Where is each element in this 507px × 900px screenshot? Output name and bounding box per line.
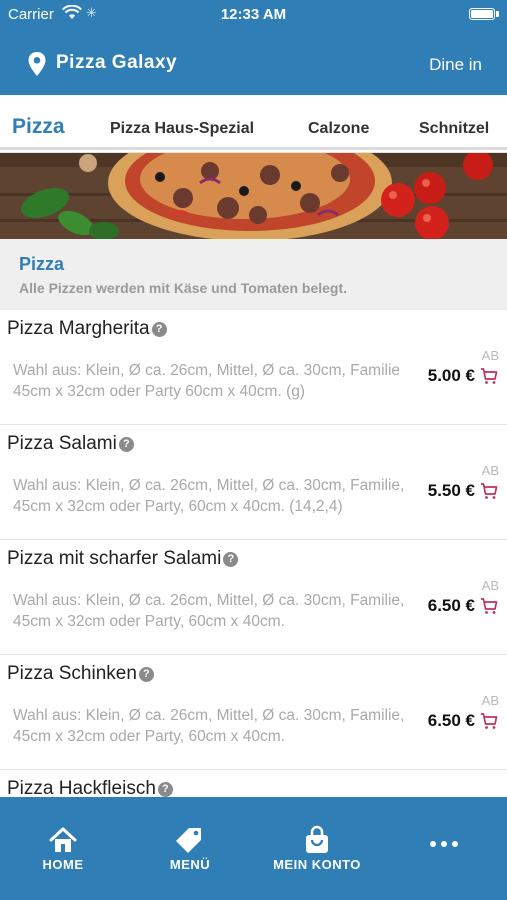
item-name[interactable]: Pizza Hackfleisch?	[7, 778, 173, 797]
clock: 12:33 AM	[220, 6, 287, 23]
item-price: 6.50 €	[427, 711, 475, 730]
more-dots-icon[interactable]	[430, 839, 460, 849]
nav-menu[interactable]: MENÜ	[135, 825, 245, 872]
scrolled-content-ghost	[10, 97, 14, 113]
list-item[interactable]: Pizza Hackfleisch?	[0, 770, 507, 797]
category-tabs: Pizza Pizza Haus-Spezial Calzone Schnitz…	[0, 95, 507, 153]
price-prefix: AB	[481, 693, 499, 708]
status-bar: Carrier ✳ 12:33 AM	[0, 0, 507, 30]
nav-home-label: HOME	[42, 857, 84, 872]
location-pin-icon[interactable]	[27, 51, 47, 77]
nav-account[interactable]: MEIN KONTO	[262, 825, 372, 872]
bottom-navigation: HOME MENÜ MEIN KONTO	[0, 797, 507, 900]
info-icon[interactable]: ?	[223, 552, 239, 567]
list-item[interactable]: Pizza mit scharfer Salami? Wahl aus: Kle…	[0, 540, 507, 655]
tag-icon	[176, 828, 201, 853]
home-icon	[49, 827, 77, 852]
top-bar: Carrier ✳ 12:33 AM Pizza Galaxy Dine in	[0, 0, 507, 95]
add-to-cart-icon[interactable]	[480, 367, 498, 385]
list-item[interactable]: Pizza Salami? Wahl aus: Klein, Ø ca. 26c…	[0, 425, 507, 540]
item-name[interactable]: Pizza Schinken?	[7, 663, 154, 685]
category-banner-image	[0, 153, 507, 239]
item-price: 5.00 €	[427, 366, 475, 385]
battery-nub	[496, 11, 499, 17]
add-to-cart-icon[interactable]	[480, 712, 498, 730]
list-item[interactable]: Pizza Margherita? Wahl aus: Klein, Ø ca.…	[0, 310, 507, 425]
order-mode-button[interactable]: Dine in	[429, 55, 482, 75]
app-screen: Carrier ✳ 12:33 AM Pizza Galaxy Dine in …	[0, 0, 507, 900]
tab-pizza[interactable]: Pizza	[12, 115, 65, 139]
category-description: Alle Pizzen werden mit Käse und Tomaten …	[19, 280, 348, 296]
tabs-divider	[0, 147, 507, 150]
price-prefix: AB	[481, 463, 499, 478]
item-description: Wahl aus: Klein, Ø ca. 26cm, Mittel, Ø c…	[13, 477, 405, 515]
list-item[interactable]: Pizza Schinken? Wahl aus: Klein, Ø ca. 2…	[0, 655, 507, 770]
add-to-cart-icon[interactable]	[480, 597, 498, 615]
restaurant-title[interactable]: Pizza Galaxy	[56, 52, 177, 74]
item-name[interactable]: Pizza Margherita?	[7, 318, 167, 340]
item-price: 6.50 €	[427, 596, 475, 615]
header: Pizza Galaxy Dine in	[0, 38, 507, 90]
shopping-bag-icon	[306, 825, 328, 853]
item-price: 5.50 €	[427, 481, 475, 500]
info-icon[interactable]: ?	[118, 437, 134, 452]
item-name[interactable]: Pizza mit scharfer Salami?	[7, 548, 239, 570]
info-icon[interactable]: ?	[151, 322, 167, 337]
battery-icon	[469, 8, 495, 20]
item-description: Wahl aus: Klein, Ø ca. 26cm, Mittel, Ø c…	[13, 362, 401, 400]
info-icon[interactable]: ?	[138, 667, 154, 682]
tab-schnitzel[interactable]: Schnitzel	[419, 120, 489, 138]
item-description: Wahl aus: Klein, Ø ca. 26cm, Mittel, Ø c…	[13, 592, 405, 630]
add-to-cart-icon[interactable]	[480, 482, 498, 500]
nav-menu-label: MENÜ	[169, 857, 211, 872]
category-title: Pizza	[19, 254, 65, 274]
menu-item-list[interactable]: Pizza Margherita? Wahl aus: Klein, Ø ca.…	[0, 310, 507, 797]
price-prefix: AB	[481, 348, 499, 363]
nav-home[interactable]: HOME	[8, 825, 118, 872]
item-description: Wahl aus: Klein, Ø ca. 26cm, Mittel, Ø c…	[13, 707, 405, 745]
nav-account-label: MEIN KONTO	[273, 857, 361, 872]
price-prefix: AB	[481, 578, 499, 593]
info-icon[interactable]: ?	[157, 782, 173, 797]
tab-calzone[interactable]: Calzone	[308, 120, 369, 138]
category-header: Pizza Alle Pizzen werden mit Käse und To…	[0, 239, 507, 310]
tab-pizza-haus-spezial[interactable]: Pizza Haus-Spezial	[110, 120, 254, 138]
item-name[interactable]: Pizza Salami?	[7, 433, 134, 455]
